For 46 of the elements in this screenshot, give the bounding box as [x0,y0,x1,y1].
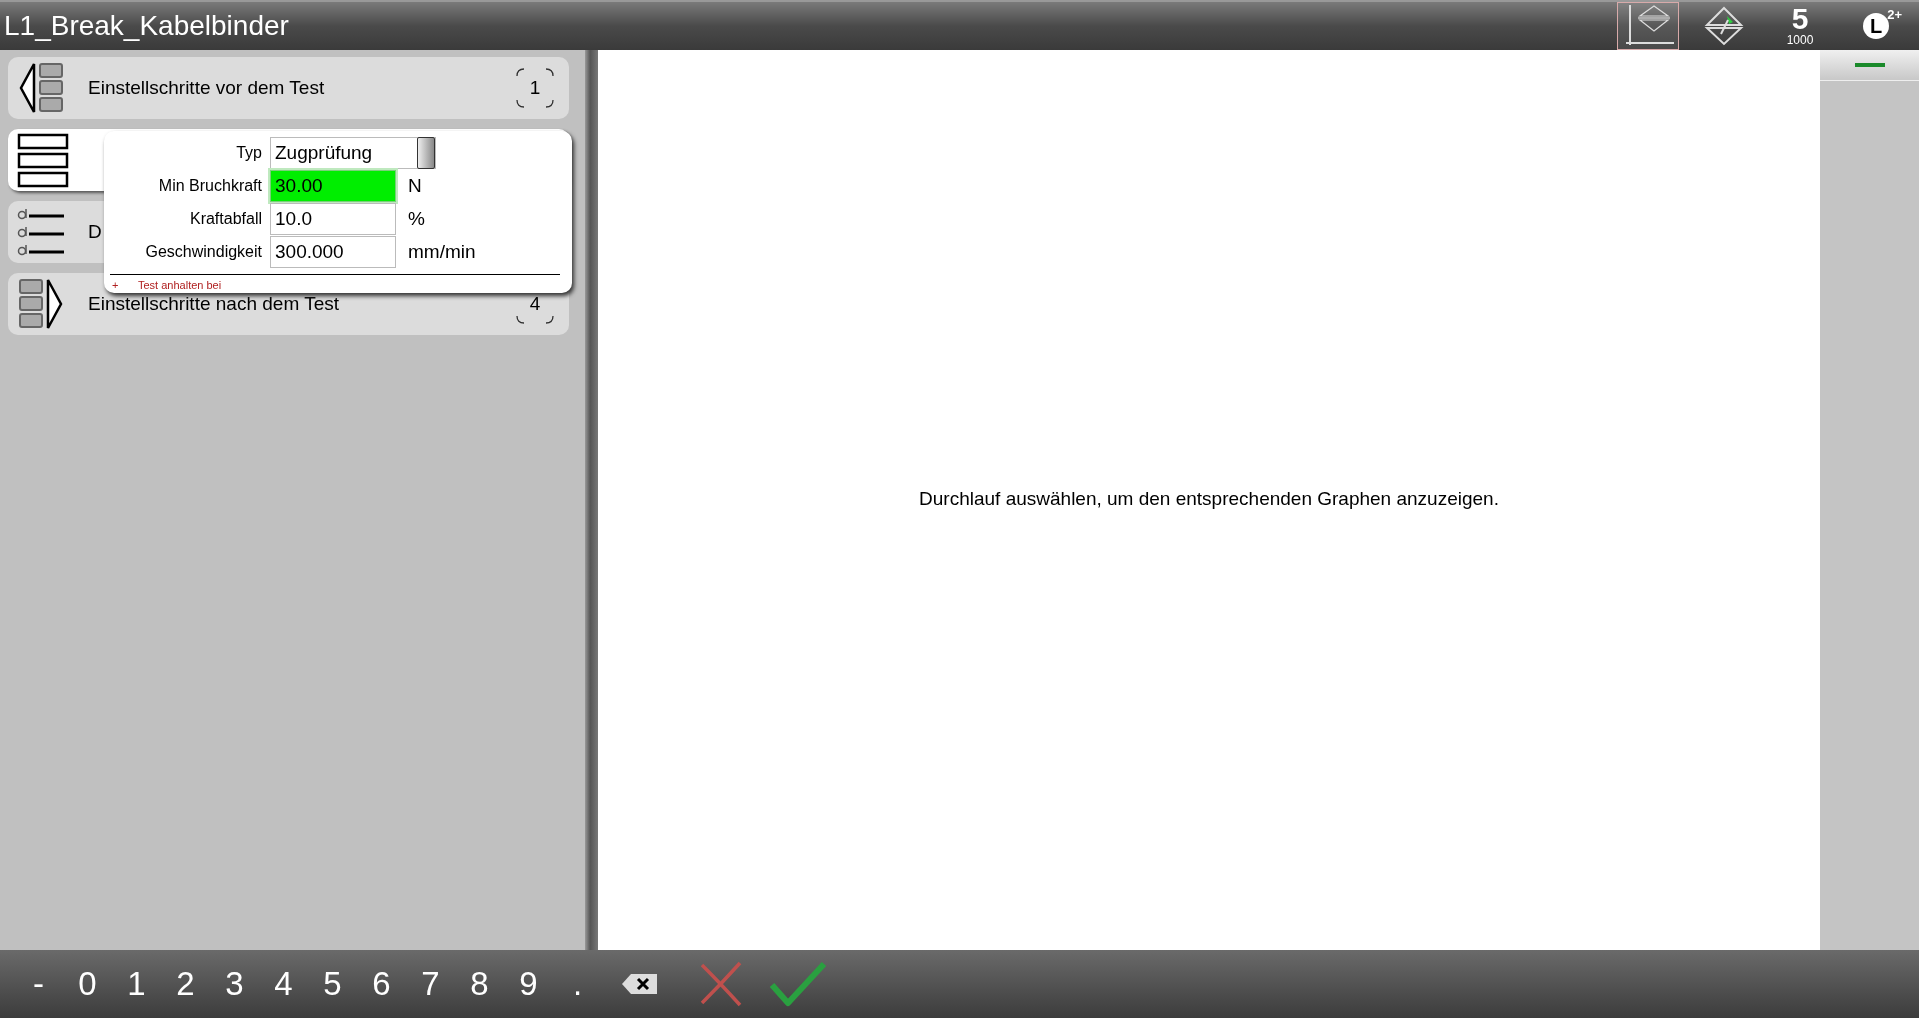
step-label: Einstellschritte nach dem Test [88,293,339,315]
window-title: L1_Break_Kabelbinder [3,10,289,42]
backspace-icon[interactable] [622,973,658,995]
type-dropdown[interactable]: Zugprüfung [270,136,436,169]
unit-label: mm/min [408,240,476,263]
section-label[interactable]: Test anhalten bei [138,279,222,291]
keypad-key[interactable]: 3 [210,965,259,1003]
input-field[interactable]: 10.0 [270,202,396,235]
speed-value: 1000 [1786,33,1814,47]
step-label: D [88,221,102,243]
step-count: 4 [529,293,541,315]
keypad-key[interactable]: 0 [63,965,112,1003]
gauge-icon [1704,6,1744,46]
keypad-key[interactable]: - [14,965,63,1003]
user-level-superscript: 2+ [1887,7,1902,22]
unit-label: % [408,207,425,230]
field-label: Typ [235,143,263,162]
keypad-key[interactable]: 4 [259,965,308,1003]
speed-label: 5 [1791,5,1809,33]
input-field[interactable]: 300.000 [270,235,396,268]
side-tab[interactable] [1820,50,1919,81]
check-icon[interactable] [770,961,826,1007]
bracket-frame-icon [515,67,555,109]
keypad-key[interactable]: 6 [357,965,406,1003]
keypad-key[interactable]: 9 [504,965,553,1003]
keypad-key[interactable]: 5 [308,965,357,1003]
graph-message: Durchlauf auswählen, um den entsprechenden Graphen anzuzeigen. [919,488,1499,510]
keypad-key[interactable]: 7 [406,965,455,1003]
field-label: Geschwindigkeit [144,242,263,261]
expand-marker[interactable]: + [110,279,138,291]
keypad-key[interactable]: . [553,965,602,1003]
field-label: Min Bruchkraft [157,176,263,195]
keypad-key[interactable]: 2 [161,965,210,1003]
input-field[interactable]: 30.00 [270,169,396,202]
unit-label: N [408,174,422,197]
toolbar-button[interactable] [1617,2,1679,50]
toolbar-button[interactable]: L 2+ [1845,2,1907,50]
step-count: 1 [529,77,541,99]
keypad-key[interactable]: 1 [112,965,161,1003]
close-icon[interactable] [698,961,744,1007]
toolbar-button[interactable]: 5 1000 [1769,2,1831,50]
step-card[interactable]: Einstellschritte vor dem Test 1 [8,57,569,119]
panel-splitter[interactable] [585,50,598,950]
step-label: Einstellschritte vor dem Test [88,77,325,99]
field-label: Kraftabfall [188,209,263,228]
keypad-key[interactable]: 8 [455,965,504,1003]
